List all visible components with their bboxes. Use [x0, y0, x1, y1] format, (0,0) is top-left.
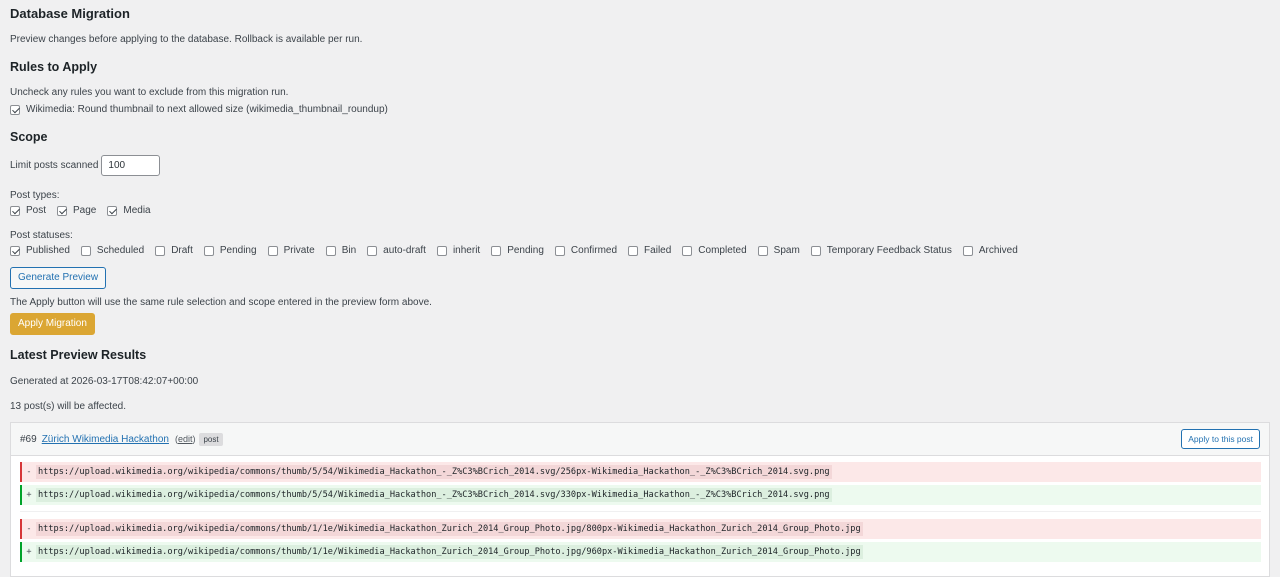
post-title-link[interactable]: Zürich Wikimedia Hackathon: [42, 434, 169, 445]
status-checkbox[interactable]: [491, 245, 502, 256]
post-type-media[interactable]: Media: [107, 205, 151, 216]
limit-label: Limit posts scanned: [10, 160, 99, 171]
post-type-badge: post: [199, 432, 223, 446]
scope-heading: Scope: [10, 130, 48, 144]
rule-checkbox[interactable]: [10, 104, 20, 115]
edit-link[interactable]: edit: [178, 434, 193, 444]
post-type-page[interactable]: Page: [57, 205, 96, 216]
post-statuses-group: Published Scheduled Draft Pending Privat…: [10, 245, 1029, 256]
status-checkbox[interactable]: [80, 245, 91, 256]
post-types-group: Post Page Media: [10, 205, 162, 216]
post-result-header: #69 Zürich Wikimedia Hackathon (edit) po…: [11, 423, 1269, 456]
diff-url: https://upload.wikimedia.org/wikipedia/c…: [36, 522, 863, 536]
status-checkbox[interactable]: [628, 245, 639, 256]
generated-at: Generated at 2026-03-17T08:42:07+00:00: [10, 376, 199, 387]
status-checkbox[interactable]: [962, 245, 973, 256]
status-checkbox[interactable]: [810, 245, 821, 256]
limit-row: Limit posts scanned 100: [10, 155, 161, 176]
status-spam[interactable]: Spam: [757, 245, 800, 256]
diff-url: https://upload.wikimedia.org/wikipedia/c…: [36, 488, 832, 502]
generate-preview-button[interactable]: Generate Preview: [10, 267, 107, 289]
status-checkbox[interactable]: [682, 245, 693, 256]
status-published[interactable]: Published: [10, 245, 70, 256]
status-checkbox[interactable]: [155, 245, 166, 256]
status-checkbox[interactable]: [10, 245, 20, 256]
status-checkbox[interactable]: [267, 245, 278, 256]
status-private[interactable]: Private: [267, 245, 315, 256]
affected-count: 13 post(s) will be affected.: [10, 401, 126, 412]
post-type-page-checkbox[interactable]: [57, 205, 68, 216]
status-checkbox[interactable]: [554, 245, 565, 256]
rule-option[interactable]: Wikimedia: Round thumbnail to next allow…: [10, 104, 388, 115]
status-pending[interactable]: Pending: [203, 245, 257, 256]
status-auto-draft[interactable]: auto-draft: [367, 245, 426, 256]
post-statuses-label: Post statuses:: [10, 230, 73, 241]
post-type-media-checkbox[interactable]: [107, 205, 118, 216]
rules-heading: Rules to Apply: [10, 60, 98, 74]
status-completed[interactable]: Completed: [682, 245, 747, 256]
status-checkbox[interactable]: [436, 245, 447, 256]
diff-line-added: + https://upload.wikimedia.org/wikipedia…: [20, 542, 1261, 562]
diff-line-removed: - https://upload.wikimedia.org/wikipedia…: [20, 462, 1261, 482]
status-failed[interactable]: Failed: [628, 245, 671, 256]
status-bin[interactable]: Bin: [325, 245, 356, 256]
diff-line-removed: - https://upload.wikimedia.org/wikipedia…: [20, 519, 1261, 539]
status-checkbox[interactable]: [203, 245, 214, 256]
status-checkbox[interactable]: [325, 245, 336, 256]
page-title: Database Migration: [10, 6, 130, 21]
diff-line-added: + https://upload.wikimedia.org/wikipedia…: [20, 485, 1261, 505]
status-confirmed[interactable]: Confirmed: [554, 245, 617, 256]
apply-migration-button[interactable]: Apply Migration: [10, 313, 95, 335]
status-scheduled[interactable]: Scheduled: [80, 245, 144, 256]
diff-sign: +: [26, 547, 32, 557]
diff-separator: [20, 511, 1261, 512]
limit-input[interactable]: 100: [101, 155, 161, 176]
status-checkbox[interactable]: [757, 245, 768, 256]
status-checkbox[interactable]: [367, 245, 378, 256]
post-result-card: #69 Zürich Wikimedia Hackathon (edit) po…: [10, 422, 1270, 577]
rules-description: Uncheck any rules you want to exclude fr…: [10, 87, 289, 98]
status-inherit[interactable]: inherit: [436, 245, 480, 256]
status-draft[interactable]: Draft: [155, 245, 193, 256]
rule-label: Wikimedia: Round thumbnail to next allow…: [26, 104, 388, 115]
post-id: #69: [20, 433, 37, 445]
results-heading: Latest Preview Results: [10, 348, 147, 362]
diff-sign: -: [26, 524, 32, 534]
apply-note: The Apply button will use the same rule …: [10, 297, 432, 308]
diff-url: https://upload.wikimedia.org/wikipedia/c…: [36, 465, 832, 479]
apply-to-post-button[interactable]: Apply to this post: [1181, 429, 1260, 449]
diff-sign: +: [26, 490, 32, 500]
diff-url: https://upload.wikimedia.org/wikipedia/c…: [36, 545, 863, 559]
status-pending-2[interactable]: Pending: [491, 245, 544, 256]
status-archived[interactable]: Archived: [962, 245, 1018, 256]
page-description: Preview changes before applying to the d…: [10, 34, 363, 45]
status-temporary-feedback[interactable]: Temporary Feedback Status: [810, 245, 952, 256]
post-type-post[interactable]: Post: [10, 205, 46, 216]
post-types-label: Post types:: [10, 190, 60, 201]
post-type-post-checkbox[interactable]: [10, 205, 20, 216]
diff-sign: -: [26, 467, 32, 477]
edit-wrapper: (edit): [174, 434, 196, 444]
